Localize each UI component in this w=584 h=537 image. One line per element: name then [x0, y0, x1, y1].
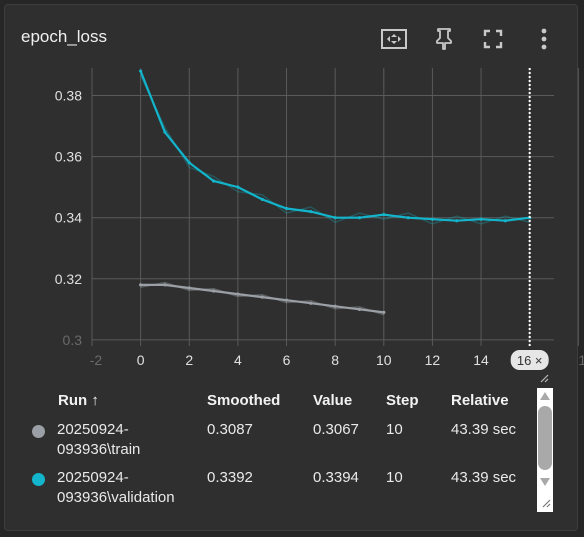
- x-tick-label: -2: [90, 352, 103, 368]
- relative-cell: 43.39 sec: [451, 469, 517, 486]
- data-point: [455, 219, 459, 223]
- scroll-thumb[interactable]: [538, 406, 552, 470]
- relative-cell: 43.39 sec: [451, 421, 517, 438]
- y-tick-label: 0.3: [63, 332, 83, 348]
- col-header-run[interactable]: Run ↑: [58, 392, 99, 409]
- data-point: [236, 185, 240, 189]
- data-point: [333, 216, 337, 220]
- y-tick-label: 0.36: [55, 149, 82, 165]
- data-point: [211, 289, 216, 293]
- value-cell: 0.3394: [313, 469, 359, 486]
- y-tick-label: 0.34: [55, 210, 82, 226]
- data-point: [139, 283, 143, 287]
- data-point: [382, 213, 386, 217]
- x-tick-label: 4: [234, 352, 242, 368]
- resize-handle-icon[interactable]: [540, 374, 549, 383]
- step-marker-badge[interactable]: 16 ×: [510, 350, 549, 370]
- data-point: [163, 130, 167, 134]
- data-point: [260, 295, 264, 299]
- col-header-relative[interactable]: Relative: [451, 392, 509, 409]
- x-tick-label: 6: [283, 352, 291, 368]
- value-cell: 0.3067: [313, 421, 359, 438]
- step-marker-label: 16 ×: [517, 353, 543, 368]
- smoothed-value: 0.3392: [207, 469, 253, 486]
- data-point: [479, 217, 483, 221]
- data-point: [187, 161, 191, 165]
- x-tick-label: 14: [473, 352, 489, 368]
- smoothed-value: 0.3087: [207, 421, 253, 438]
- col-header-value[interactable]: Value: [313, 392, 352, 409]
- col-header-step[interactable]: Step: [386, 392, 419, 409]
- y-axis: 0.3 0.32 0.34 0.36 0.38: [55, 87, 82, 347]
- data-point: [309, 301, 313, 305]
- data-point: [284, 298, 289, 302]
- data-point: [211, 179, 216, 183]
- resize-corner-icon[interactable]: [539, 496, 551, 508]
- data-point: [187, 286, 191, 290]
- run-color-swatch: [32, 473, 45, 486]
- y-tick-label: 0.38: [55, 87, 82, 103]
- data-point: [163, 283, 167, 287]
- x-tick-label: 12: [425, 352, 441, 368]
- data-point: [406, 216, 410, 220]
- run-name: 20250924- 093936\validation: [57, 469, 175, 506]
- data-point: [236, 292, 240, 296]
- run-name: 20250924- 093936\train: [57, 421, 141, 458]
- data-point: [357, 216, 362, 220]
- run-color-swatch: [32, 425, 45, 438]
- scroll-down-icon[interactable]: [540, 478, 550, 486]
- data-point: [503, 219, 507, 223]
- table-scrollbar[interactable]: [537, 388, 553, 512]
- data-point: [430, 217, 435, 221]
- chart-grid: [91, 68, 579, 346]
- col-header-smoothed[interactable]: Smoothed: [207, 392, 280, 409]
- step-cell: 10: [386, 421, 403, 438]
- x-tick-label: 8: [331, 352, 339, 368]
- x-tick-label: 0: [137, 352, 145, 368]
- data-point: [260, 197, 264, 201]
- data-point: [357, 307, 362, 311]
- x-axis: -2 0 2 4 6 8 10 12 14 1: [90, 352, 584, 368]
- data-point: [333, 304, 337, 308]
- data-point: [309, 209, 313, 214]
- data-point: [139, 69, 143, 73]
- data-point: [284, 206, 289, 211]
- step-cell: 10: [386, 469, 403, 486]
- data-point: [382, 310, 386, 314]
- y-tick-label: 0.32: [55, 271, 82, 287]
- scroll-up-icon[interactable]: [540, 392, 550, 400]
- x-tick-label: 2: [185, 352, 193, 368]
- x-tick-label: 10: [376, 352, 392, 368]
- x-tick-label: 1: [578, 352, 584, 368]
